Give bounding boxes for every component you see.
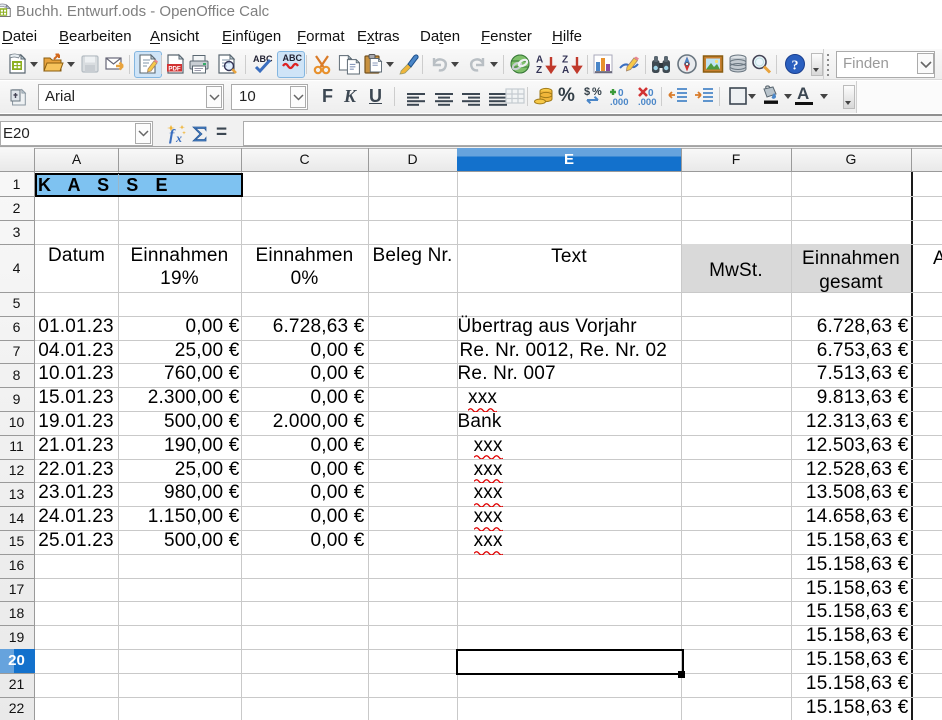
svg-text:%: % [592,86,602,98]
svg-text:A: A [536,55,543,66]
svg-text:$: $ [584,86,590,98]
svg-text:ABC: ABC [253,54,273,64]
svg-text:PDF: PDF [168,65,181,72]
svg-text:Z: Z [562,55,568,66]
svg-text:f: f [169,127,176,144]
svg-text:A: A [562,65,569,75]
svg-text:.000: .000 [610,97,629,107]
svg-text:Z: Z [536,65,542,75]
svg-text:?: ? [792,59,799,74]
svg-text:.000: .000 [638,97,657,107]
svg-text:ABC: ABC [283,53,303,63]
svg-text:x: x [175,131,182,145]
